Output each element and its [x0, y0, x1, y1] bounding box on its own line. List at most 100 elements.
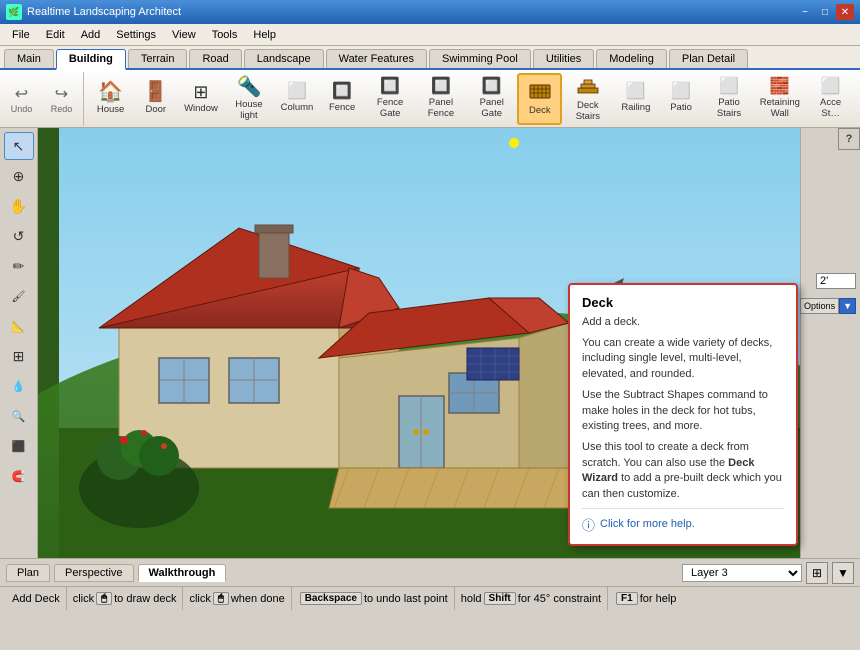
view-tab-perspective[interactable]: Perspective — [54, 564, 133, 582]
window-icon: ⊞ — [193, 83, 208, 101]
viewport[interactable]: Deck Add a deck. You can create a wide v… — [38, 128, 860, 558]
fence-label: Fence — [329, 102, 355, 113]
panel-gate-label: Panel Gate — [480, 97, 504, 119]
close-button[interactable]: ✕ — [836, 4, 854, 20]
help-circle-icon: ⓘ — [582, 515, 595, 534]
status-shift: hold Shift for 45° constraint — [455, 587, 608, 610]
menu-file[interactable]: File — [4, 27, 38, 43]
undo-redo-group: ↩ Undo ↪ Redo — [4, 72, 84, 126]
status-f1: F1 for help — [608, 587, 682, 610]
left-tool-zoom[interactable]: ⊕ — [4, 162, 34, 190]
layer-dropdown-btn[interactable]: ▼ — [832, 562, 854, 584]
tool-panel-fence[interactable]: 🔲 Panel Fence — [416, 73, 467, 125]
tooltip-para3: Use this tool to create a deck from scra… — [582, 440, 784, 502]
layer-select[interactable]: Layer 3 Layer 1 Layer 2 — [682, 564, 802, 582]
status-constraint: for 45° constraint — [518, 593, 601, 605]
panel-gate-icon: 🔲 — [482, 79, 502, 95]
tool-door[interactable]: 🚪 Door — [133, 73, 178, 125]
view-tab-plan[interactable]: Plan — [6, 564, 50, 582]
left-tool-grid[interactable]: ⊞ — [4, 342, 34, 370]
options-dropdown-button[interactable]: ▼ — [839, 298, 856, 314]
right-click-icon: 🖱 — [213, 592, 229, 605]
tool-window[interactable]: ⊞ Window — [178, 73, 223, 125]
tab-plan-detail[interactable]: Plan Detail — [669, 49, 748, 68]
menu-view[interactable]: View — [164, 27, 204, 43]
left-tool-frame[interactable]: ⬛ — [4, 432, 34, 460]
left-click-icon: 🖱 — [96, 592, 112, 605]
tab-road[interactable]: Road — [189, 49, 241, 68]
tab-swimming-pool[interactable]: Swimming Pool — [429, 49, 531, 68]
redo-icon: ↪ — [55, 84, 68, 104]
menu-help[interactable]: Help — [245, 27, 284, 43]
status-for-help: for help — [640, 593, 677, 605]
tab-landscape[interactable]: Landscape — [244, 49, 324, 68]
tool-retaining-wall[interactable]: 🧱 Retaining Wall — [754, 73, 805, 125]
patio-stairs-icon: ⬜ — [719, 79, 739, 95]
tool-railing[interactable]: ⬜ Railing — [613, 73, 658, 125]
options-button[interactable]: Options — [800, 298, 839, 314]
tool-patio[interactable]: ⬜ Patio — [658, 73, 703, 125]
status-draw: click 🖱 to draw deck — [67, 587, 184, 610]
door-label: Door — [145, 104, 166, 115]
menu-add[interactable]: Add — [73, 27, 109, 43]
status-done: click 🖱 when done — [183, 587, 291, 610]
view-tab-walkthrough[interactable]: Walkthrough — [138, 564, 227, 582]
status-hold: hold — [461, 593, 482, 605]
tab-water-features[interactable]: Water Features — [326, 49, 427, 68]
left-tool-rotate[interactable]: ↺ — [4, 222, 34, 250]
left-tool-magnet[interactable]: 🧲 — [4, 462, 34, 490]
help-button[interactable]: ? — [838, 128, 860, 150]
status-undo-point: to undo last point — [364, 593, 448, 605]
tab-modeling[interactable]: Modeling — [596, 49, 667, 68]
status-backspace: Backspace to undo last point — [292, 587, 455, 610]
building-toolbar: ↩ Undo ↪ Redo 🏠 House 🚪 Door ⊞ Window 🔦 … — [0, 70, 860, 128]
tool-column[interactable]: ⬜ Column — [274, 73, 319, 125]
left-tool-pan[interactable]: ✋ — [4, 192, 34, 220]
menu-edit[interactable]: Edit — [38, 27, 73, 43]
tool-patio-stairs[interactable]: ⬜ Patio Stairs — [704, 73, 755, 125]
tool-house[interactable]: 🏠 House — [88, 73, 133, 125]
railing-icon: ⬜ — [626, 84, 646, 100]
tool-fence-gate[interactable]: 🔲 Fence Gate — [365, 73, 416, 125]
accessories-icon: ⬜ — [821, 79, 841, 95]
tool-accessories[interactable]: ⬜ Acce St… — [805, 73, 856, 125]
deck-tooltip: Deck Add a deck. You can create a wide v… — [568, 283, 798, 546]
menu-tools[interactable]: Tools — [204, 27, 246, 43]
fence-gate-label: Fence Gate — [377, 97, 403, 119]
column-label: Column — [281, 102, 314, 113]
tool-house-light[interactable]: 🔦 House light — [224, 73, 275, 125]
left-tool-pencil[interactable]: ✏ — [4, 252, 34, 280]
tab-building[interactable]: Building — [56, 49, 126, 70]
dimension-input[interactable] — [816, 273, 856, 289]
tool-panel-gate[interactable]: 🔲 Panel Gate — [466, 73, 517, 125]
maximize-button[interactable]: □ — [816, 4, 834, 20]
tooltip-title: Deck — [582, 295, 784, 310]
menu-settings[interactable]: Settings — [108, 27, 164, 43]
tab-utilities[interactable]: Utilities — [533, 49, 594, 68]
left-toolbar: ↖ ⊕ ✋ ↺ ✏ 🖌 📐 ⊞ 💧 🔍 ⬛ 🧲 — [0, 128, 38, 558]
layer-icon-btn[interactable]: ⊞ — [806, 562, 828, 584]
left-tool-paint[interactable]: 🖌 — [4, 282, 34, 310]
tab-main[interactable]: Main — [4, 49, 54, 68]
house-light-label: House light — [235, 99, 262, 121]
tool-fence[interactable]: 🔲 Fence — [320, 73, 365, 125]
undo-button[interactable]: ↩ Undo — [4, 85, 40, 113]
tool-deck-stairs[interactable]: Deck Stairs — [562, 73, 613, 125]
tab-terrain[interactable]: Terrain — [128, 49, 188, 68]
main-tab-bar: Main Building Terrain Road Landscape Wat… — [0, 46, 860, 70]
left-tool-magnify[interactable]: 🔍 — [4, 402, 34, 430]
tooltip-help-link[interactable]: ⓘ Click for more help. — [582, 508, 784, 534]
bottom-bar: Plan Perspective Walkthrough Layer 3 Lay… — [0, 558, 860, 586]
left-tool-measure[interactable]: 📐 — [4, 312, 34, 340]
left-tool-eyedrop[interactable]: 💧 — [4, 372, 34, 400]
status-action: Add Deck — [6, 587, 67, 610]
app-icon: 🌿 — [6, 4, 22, 20]
window-controls: − □ ✕ — [796, 4, 854, 20]
tooltip-para3-pre: Use this tool to create a deck from scra… — [582, 441, 749, 468]
status-click-draw: click — [73, 593, 94, 605]
deck-stairs-icon — [577, 76, 599, 98]
minimize-button[interactable]: − — [796, 4, 814, 20]
redo-button[interactable]: ↪ Redo — [44, 85, 80, 113]
tool-deck[interactable]: Deck — [517, 73, 562, 125]
left-tool-select[interactable]: ↖ — [4, 132, 34, 160]
